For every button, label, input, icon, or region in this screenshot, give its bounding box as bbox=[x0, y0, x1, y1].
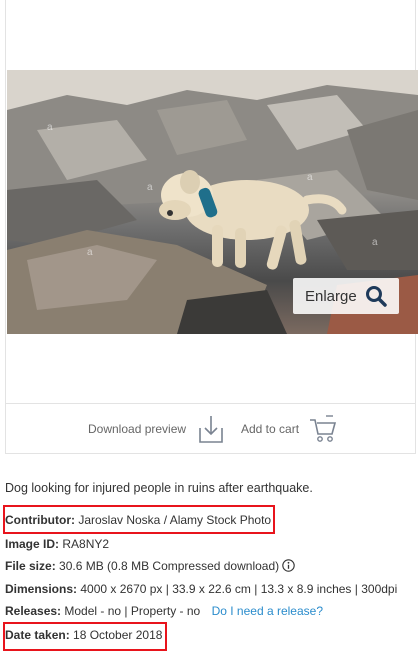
contributor-highlight bbox=[3, 505, 275, 534]
dimensions-row: Dimensions: 4000 x 2670 px | 33.9 x 22.6… bbox=[5, 582, 397, 596]
add-to-cart-label: Add to cart bbox=[241, 422, 300, 436]
releases-value: Model - no | Property - no bbox=[64, 604, 201, 618]
file-size-label: File size: bbox=[5, 559, 56, 573]
add-to-cart-button[interactable]: Add to cart bbox=[241, 414, 337, 444]
action-bar: Download preview Add to cart bbox=[5, 404, 416, 454]
file-size-value: 30.6 MB (0.8 MB Compressed download) bbox=[59, 559, 280, 573]
enlarge-button[interactable]: Enlarge bbox=[293, 278, 399, 314]
image-id-value: RA8NY2 bbox=[62, 537, 110, 551]
image-id-row: Image ID: RA8NY2 bbox=[5, 537, 109, 551]
watermark-text: a bbox=[372, 237, 378, 248]
dimensions-value: 4000 x 2670 px | 33.9 x 22.6 cm | 13.3 x… bbox=[80, 582, 398, 596]
download-preview-label: Download preview bbox=[88, 422, 187, 436]
watermark-text: a bbox=[87, 247, 93, 258]
date-taken-highlight bbox=[3, 622, 167, 651]
image-caption: Dog looking for injured people in ruins … bbox=[5, 481, 313, 495]
dimensions-label: Dimensions: bbox=[5, 582, 78, 596]
magnifier-icon bbox=[365, 285, 387, 307]
download-icon bbox=[198, 414, 224, 444]
releases-row: Releases: Model - no | Property - no Do … bbox=[5, 604, 323, 618]
info-icon[interactable] bbox=[282, 559, 296, 575]
enlarge-label: Enlarge bbox=[305, 287, 357, 305]
releases-label: Releases: bbox=[5, 604, 62, 618]
cart-icon bbox=[309, 414, 337, 444]
download-preview-button[interactable]: Download preview bbox=[88, 414, 224, 444]
file-size-row: File size: 30.6 MB (0.8 MB Compressed do… bbox=[5, 559, 296, 575]
release-help-link[interactable]: Do I need a release? bbox=[212, 604, 323, 618]
watermark-text: a bbox=[147, 182, 153, 193]
watermark-text: a bbox=[47, 122, 53, 133]
image-id-label: Image ID: bbox=[5, 537, 60, 551]
watermark-text: a bbox=[307, 172, 313, 183]
